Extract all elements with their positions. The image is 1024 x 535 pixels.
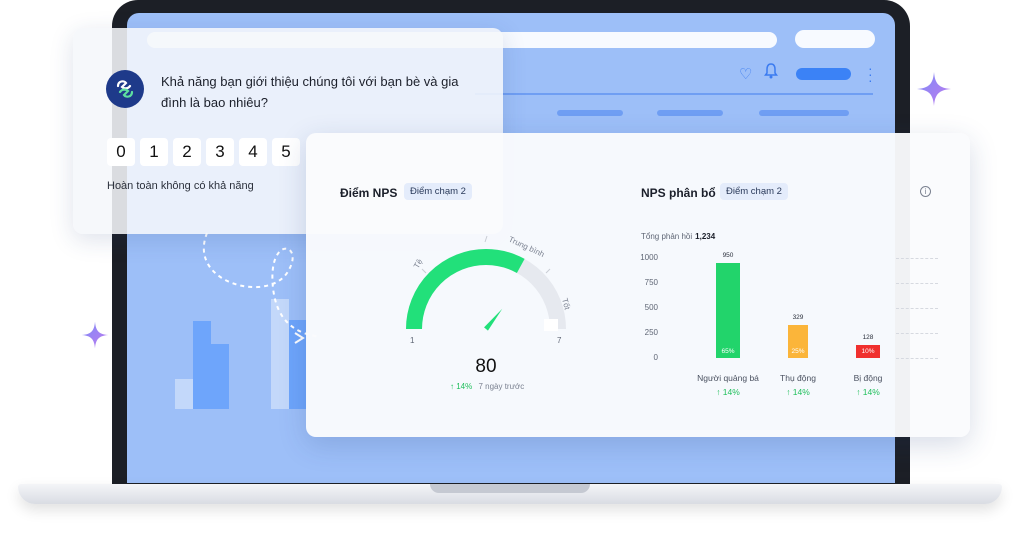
y-tick-label: 0 (653, 353, 658, 362)
nps-gauge: Tệ Trung bình Tốt 1 7 (406, 235, 572, 345)
bar-value-label: 329 (792, 314, 804, 322)
bar-0[interactable] (716, 263, 740, 358)
distribution-tag[interactable]: Điểm chạm 2 (720, 183, 788, 200)
bar-percent-label: 25% (791, 348, 805, 355)
nps-dashboard-card: Điểm NPS Điểm chạm 2 NPS phân bổ Điểm ch… (306, 133, 970, 437)
y-tick-label: 250 (644, 328, 658, 337)
gauge-min-label: 1 (410, 336, 415, 345)
grid-line (896, 358, 938, 359)
more-icon[interactable]: · · · (868, 61, 873, 87)
y-tick-label: 500 (644, 303, 658, 312)
y-tick-label: 750 (644, 278, 658, 287)
sparkle-icon (81, 321, 109, 349)
category-label: Bị động (853, 373, 883, 383)
nps-tag[interactable]: Điểm chạm 2 (404, 183, 472, 200)
distribution-title: NPS phân bổ (641, 186, 716, 200)
bar-value-label: 128 (862, 334, 874, 342)
bg-bar (175, 379, 193, 409)
rating-option-1[interactable]: 1 (140, 138, 168, 166)
category-label: Thụ động (780, 373, 816, 383)
category-change: ↑ 14% (716, 387, 740, 397)
laptop-notch (430, 484, 590, 493)
dashed-path (203, 232, 317, 344)
gauge-low-label: Tệ (412, 257, 425, 270)
nps-trend: ↑ 14% 7 ngày trước (450, 382, 524, 391)
bg-bar (211, 344, 229, 409)
bar-percent-label: 65% (721, 348, 735, 355)
total-responses: Tổng phản hồi 1,234 (641, 232, 715, 241)
gauge-end-cap (544, 319, 558, 331)
rating-scale: 0 1 2 3 4 5 (107, 138, 300, 166)
grid-line (896, 283, 938, 284)
heart-icon[interactable]: ♡ (739, 65, 752, 83)
bar-value-label: 950 (722, 252, 734, 259)
category-change: ↑ 14% (786, 387, 810, 397)
rating-option-3[interactable]: 3 (206, 138, 234, 166)
brand-logo (106, 70, 144, 108)
gauge-max-label: 7 (557, 336, 562, 345)
rating-option-5[interactable]: 5 (272, 138, 300, 166)
survey-question: Khả năng bạn giới thiệu chúng tôi với bạ… (161, 74, 459, 110)
rating-option-2[interactable]: 2 (173, 138, 201, 166)
scale-low-label: Hoàn toàn không có khả năng (107, 180, 254, 192)
category-label: Người quảng bá (697, 373, 759, 383)
category-change: ↑ 14% (856, 387, 880, 397)
rating-option-0[interactable]: 0 (107, 138, 135, 166)
sparkle-icon (917, 72, 951, 106)
bar-percent-label: 10% (861, 348, 875, 355)
info-icon[interactable]: i (920, 186, 931, 197)
header-button[interactable] (796, 68, 851, 80)
grid-line (896, 333, 938, 334)
nps-title: Điểm NPS (340, 186, 398, 200)
nps-change: ↑ 14% (450, 382, 473, 391)
nps-score: 80 (475, 356, 497, 377)
gauge-needle (484, 308, 503, 331)
grid-line (896, 258, 938, 259)
tab-1[interactable] (557, 110, 623, 116)
tab-3[interactable] (759, 110, 849, 116)
header-pill[interactable] (795, 30, 875, 48)
y-tick-label: 1000 (640, 253, 658, 262)
total-value: 1,234 (695, 232, 716, 241)
grid-line (896, 308, 938, 309)
total-label: Tổng phản hồi (641, 232, 693, 241)
bell-icon[interactable] (764, 63, 778, 79)
nps-change-period: 7 ngày trước (478, 382, 525, 391)
divider (475, 93, 873, 95)
rating-option-4[interactable]: 4 (239, 138, 267, 166)
logo-icon (116, 80, 134, 98)
tab-2[interactable] (657, 110, 723, 116)
